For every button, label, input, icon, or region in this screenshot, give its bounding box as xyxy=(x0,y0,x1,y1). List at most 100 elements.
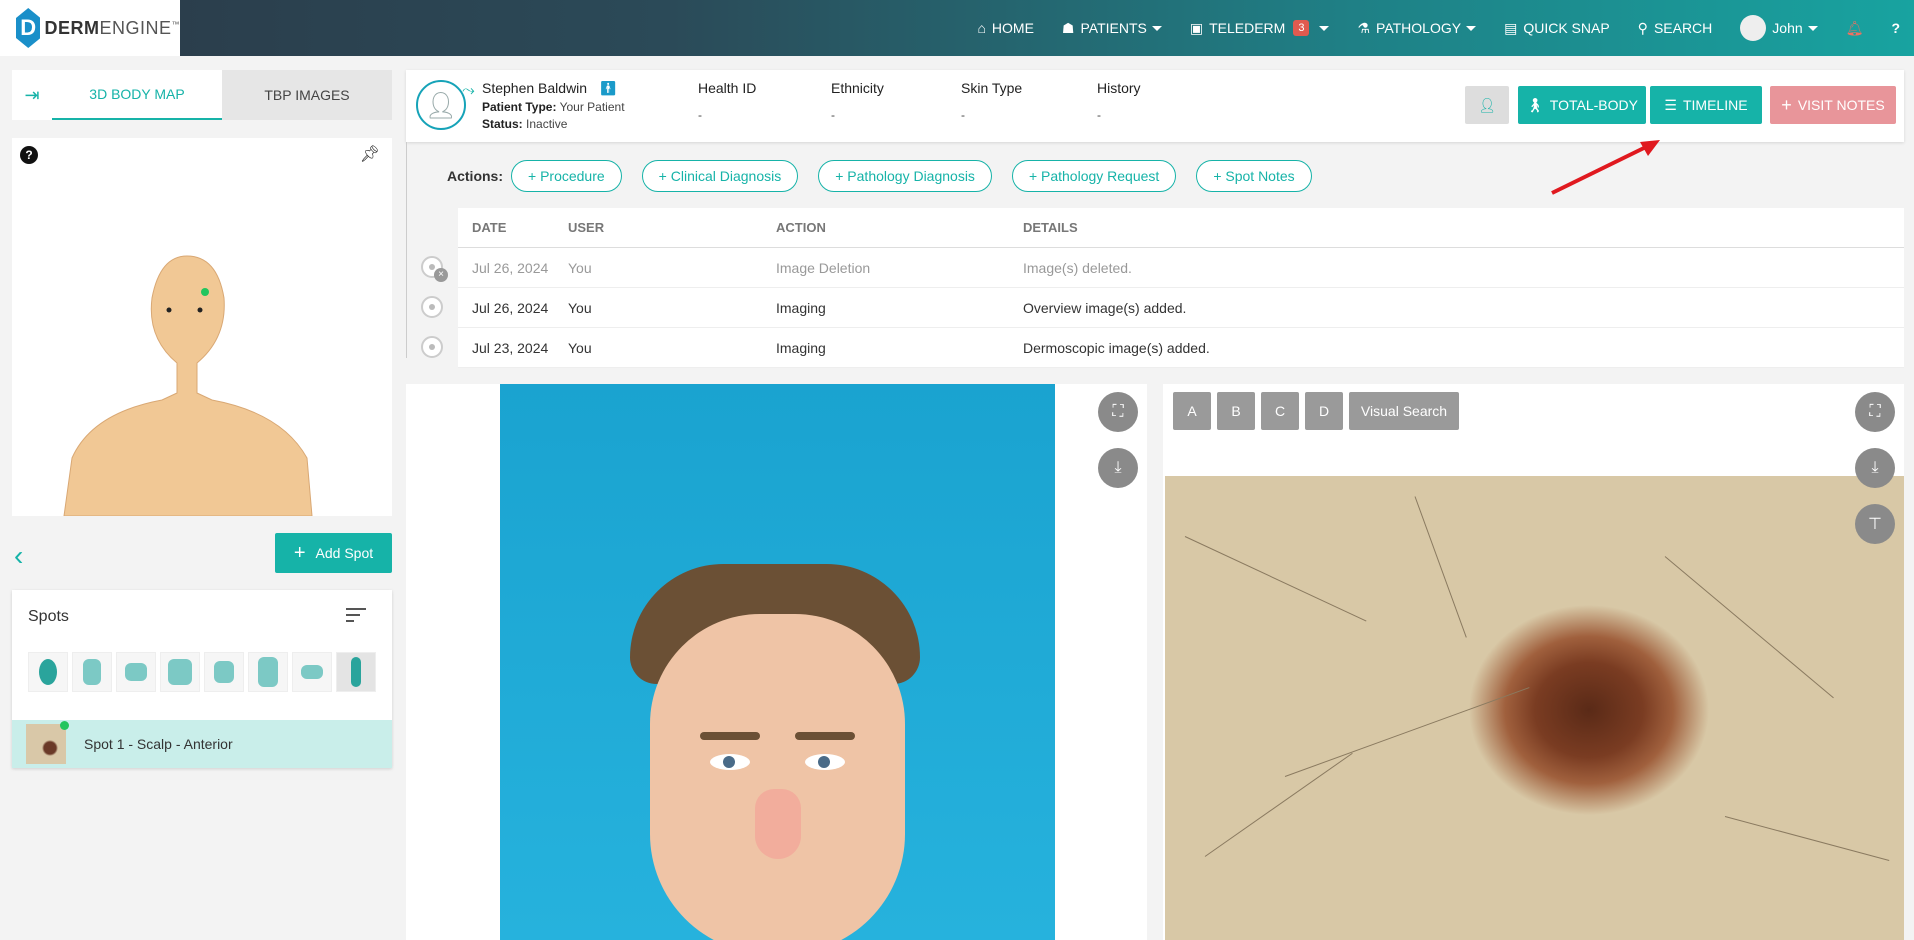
overview-image-panel: ⛶ ⤓ xyxy=(406,384,1147,940)
pathology-request-button[interactable]: + Pathology Request xyxy=(1011,160,1177,192)
logo-text: DERMENGINE™ xyxy=(44,18,180,39)
view-b-button[interactable]: B xyxy=(1217,392,1255,430)
timeline-header: DATE USER ACTION DETAILS xyxy=(458,208,1904,248)
row-user: You xyxy=(568,299,592,316)
body-region-filters xyxy=(28,652,380,692)
photo-hair-strand xyxy=(1414,496,1467,638)
nav-pathology[interactable]: ⚗ PATHOLOGY xyxy=(1357,20,1477,37)
skin-type-value: - xyxy=(961,108,965,122)
photo-nose xyxy=(755,789,801,859)
health-id-label: Health ID xyxy=(698,80,757,96)
ethnicity-value: - xyxy=(831,108,835,122)
nav-user-menu[interactable]: John xyxy=(1740,15,1818,41)
clinical-diagnosis-button[interactable]: + Clinical Diagnosis xyxy=(641,160,799,192)
collapse-panel-icon[interactable]: ⇥ xyxy=(12,70,52,120)
fullscreen-icon[interactable]: ⛶ xyxy=(1855,392,1895,432)
photo-hair-strand xyxy=(1204,752,1353,857)
nav-quick-snap-label: QUICK SNAP xyxy=(1523,20,1610,36)
timeline-camera-icon xyxy=(421,296,443,318)
nav-quick-snap[interactable]: ▤ QUICK SNAP xyxy=(1504,20,1610,37)
spot-list-item[interactable]: Spot 1 - Scalp - Anterior xyxy=(12,720,392,768)
download-icon[interactable]: ⤓ xyxy=(1098,448,1138,488)
row-user: You xyxy=(568,339,592,356)
fullscreen-icon[interactable]: ⛶ xyxy=(1098,392,1138,432)
photo-hair-strand xyxy=(1724,816,1890,861)
photo-face xyxy=(650,614,905,940)
patient-name: Stephen Baldwin xyxy=(482,80,588,96)
dermengine-logo[interactable]: D DERMENGINE™ xyxy=(0,0,180,56)
view-a-button[interactable]: A xyxy=(1173,392,1211,430)
timeline-camera-icon xyxy=(421,336,443,358)
pathology-diagnosis-button[interactable]: + Pathology Diagnosis xyxy=(818,160,992,192)
avatar xyxy=(1740,15,1767,41)
nav-home[interactable]: ⌂ HOME xyxy=(977,20,1033,36)
row-action: Image Deletion xyxy=(776,259,871,276)
download-icon[interactable]: ⤓ xyxy=(1855,448,1895,488)
dermoscopic-photo[interactable] xyxy=(1165,476,1904,940)
add-spot-button[interactable]: + Add Spot xyxy=(275,533,392,573)
ruler-icon[interactable]: ⊤ xyxy=(1855,504,1895,544)
photo-brow xyxy=(700,732,760,740)
timeline-icon: ☰ xyxy=(1664,96,1677,113)
visit-notes-label: VISIT NOTES xyxy=(1797,97,1885,113)
patient-header: 👤︎ ⤳ Stephen Baldwin 🚹︎ Patient Type: You… xyxy=(406,70,1904,142)
region-arms-icon[interactable] xyxy=(116,652,156,692)
nav-patients[interactable]: ☗ PATIENTS xyxy=(1062,20,1162,37)
telederm-icon: ▣ xyxy=(1189,19,1204,36)
patient-status: Status: Inactive xyxy=(482,117,567,131)
overview-photo[interactable] xyxy=(500,384,1055,940)
region-full-body-icon[interactable] xyxy=(336,652,376,692)
patient-profile-button[interactable]: 👤︎ xyxy=(1465,86,1509,124)
row-details: Overview image(s) added. xyxy=(1023,299,1187,316)
spots-panel: Spots Spot 1 - Scalp - Anterior xyxy=(12,590,392,768)
region-pelvis-icon[interactable] xyxy=(160,652,200,692)
patient-type: Patient Type: Your Patient xyxy=(482,100,625,114)
nav-telederm-label: TELEDERM xyxy=(1209,20,1286,36)
region-torso-icon[interactable] xyxy=(72,652,112,692)
patients-icon: ☗ xyxy=(1061,19,1075,36)
body-icon: 🚶︎ xyxy=(1526,96,1544,113)
spot-notes-button[interactable]: + Spot Notes xyxy=(1196,160,1312,192)
row-date: Jul 26, 2024 xyxy=(472,299,549,316)
photo-eye xyxy=(805,754,845,770)
notifications-bell[interactable]: 🔔︎ xyxy=(1846,20,1864,37)
skin-type-label: Skin Type xyxy=(961,80,1023,96)
person-icon: 🚹︎ xyxy=(599,80,617,96)
patient-avatar-icon[interactable]: 👤︎ xyxy=(416,80,466,130)
health-id-column: Health ID - xyxy=(698,80,756,122)
share-icon[interactable]: ⤳ xyxy=(462,82,475,100)
visit-notes-button[interactable]: + VISIT NOTES xyxy=(1770,86,1896,124)
view-c-button[interactable]: C xyxy=(1261,392,1299,430)
timeline-table: DATE USER ACTION DETAILS Jul 26, 2024 Yo… xyxy=(458,208,1904,368)
spots-title: Spots xyxy=(28,608,69,625)
back-arrow-icon[interactable]: ‹ xyxy=(14,540,23,572)
telederm-badge: 3 xyxy=(1293,20,1310,36)
total-body-button[interactable]: 🚶︎ TOTAL-BODY xyxy=(1518,86,1646,124)
body-map-viewer[interactable]: ? 📌︎ xyxy=(12,138,392,516)
visual-search-button[interactable]: Visual Search xyxy=(1349,392,1459,430)
spot-label: Spot 1 - Scalp - Anterior xyxy=(84,736,233,752)
person-icon: 👤︎ xyxy=(1478,96,1496,113)
table-row[interactable]: Jul 26, 2024 You Image Deletion Image(s)… xyxy=(458,248,1904,288)
timeline-button[interactable]: ☰ TIMELINE xyxy=(1650,86,1762,124)
timeline-label: TIMELINE xyxy=(1682,97,1748,113)
tab-3d-body-map[interactable]: 3D BODY MAP xyxy=(52,70,222,120)
region-head-icon[interactable] xyxy=(28,652,68,692)
row-user: You xyxy=(568,259,592,276)
help-button[interactable]: ? xyxy=(1891,20,1900,36)
region-feet-icon[interactable] xyxy=(292,652,332,692)
view-d-button[interactable]: D xyxy=(1305,392,1343,430)
sort-icon[interactable] xyxy=(346,608,366,626)
region-hands-icon[interactable] xyxy=(204,652,244,692)
deleted-x-icon: × xyxy=(434,268,448,282)
chevron-down-icon xyxy=(1151,25,1162,31)
nav-search[interactable]: ⚲ SEARCH xyxy=(1638,20,1713,37)
nav-telederm[interactable]: ▣ TELEDERM 3 xyxy=(1190,20,1330,37)
logo-rest: ENGINE xyxy=(99,17,172,38)
patient-status-value: Inactive xyxy=(526,117,568,131)
table-row[interactable]: Jul 26, 2024 You Imaging Overview image(… xyxy=(458,288,1904,328)
table-row[interactable]: Jul 23, 2024 You Imaging Dermoscopic ima… xyxy=(458,328,1904,368)
procedure-button[interactable]: + Procedure xyxy=(511,160,622,192)
tab-tbp-images[interactable]: TBP IMAGES xyxy=(222,70,392,120)
region-legs-icon[interactable] xyxy=(248,652,288,692)
